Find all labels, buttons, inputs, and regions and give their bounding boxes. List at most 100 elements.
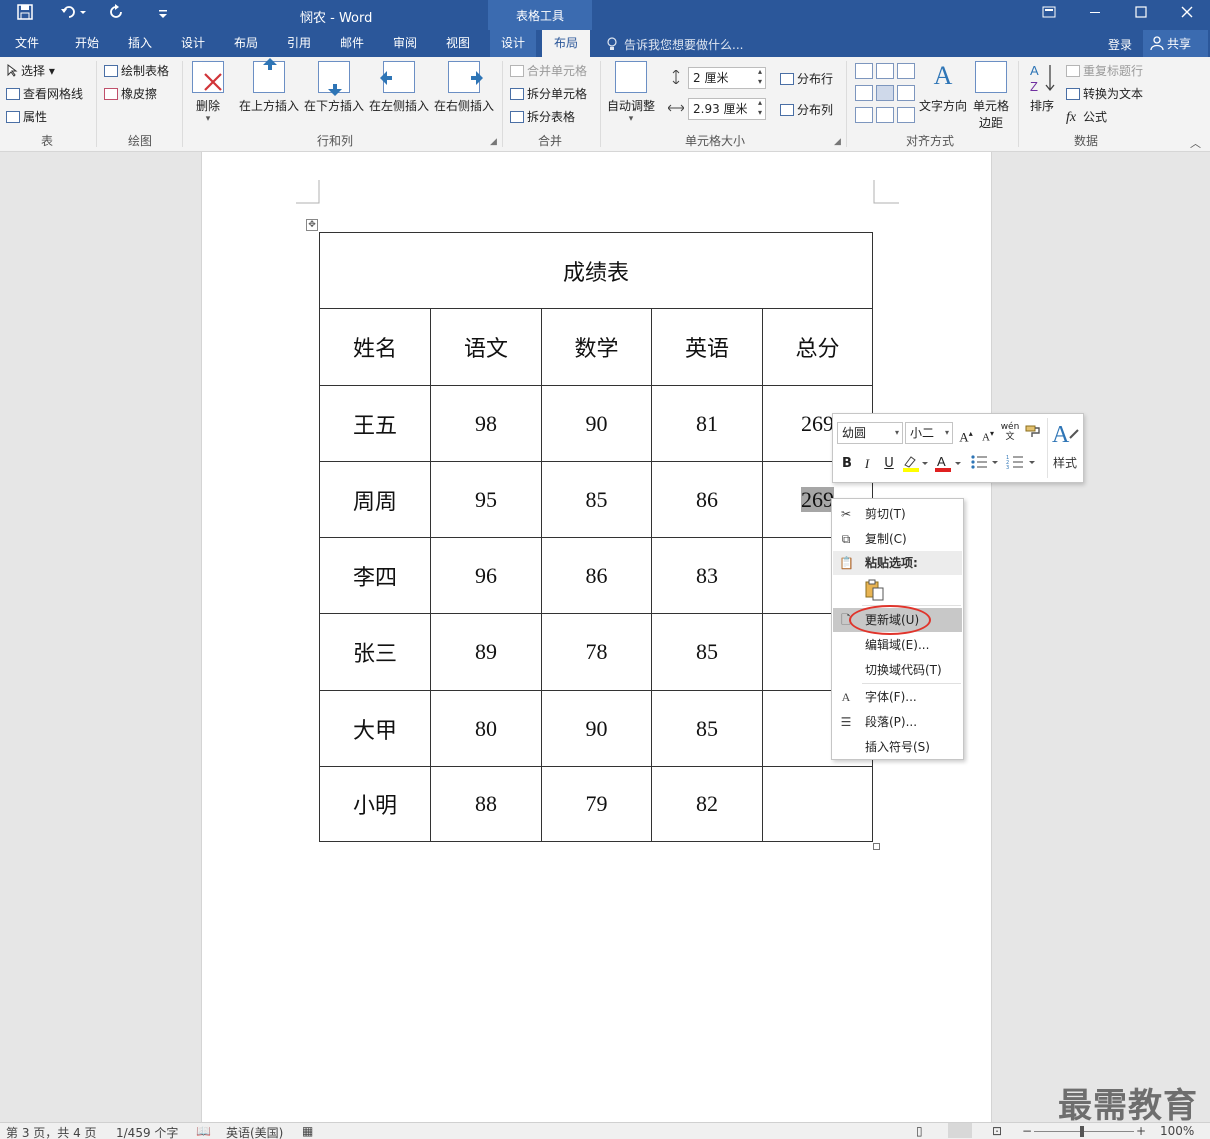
formula-button[interactable]: fx 公式 — [1066, 107, 1107, 127]
align-top-left-button[interactable] — [855, 63, 873, 79]
styles-icon[interactable]: A — [1049, 420, 1081, 448]
split-table-button[interactable]: 拆分表格 — [510, 107, 575, 127]
undo-icon[interactable] — [58, 4, 88, 26]
close-icon[interactable] — [1164, 0, 1210, 30]
header-cell[interactable]: 语文 — [430, 308, 542, 386]
phonetic-guide-icon[interactable]: wén 文 — [999, 422, 1021, 442]
tab-design[interactable]: 设计 — [170, 30, 216, 57]
bold-button[interactable]: B — [839, 454, 855, 474]
score-cell[interactable]: 83 — [651, 537, 763, 614]
tab-layout[interactable]: 布局 — [223, 30, 269, 57]
header-cell[interactable]: 英语 — [651, 308, 763, 386]
split-cells-button[interactable]: 拆分单元格 — [510, 84, 587, 104]
table-title[interactable]: 成绩表 — [319, 232, 873, 309]
tab-review[interactable]: 审阅 — [382, 30, 428, 57]
font-color-button[interactable]: A — [933, 454, 963, 474]
dialog-launcher-icon[interactable]: ◢ — [490, 137, 497, 147]
collapse-ribbon-icon[interactable]: ︿ — [1190, 135, 1201, 151]
score-cell[interactable]: 90 — [541, 690, 652, 767]
format-painter-icon[interactable] — [1023, 424, 1043, 444]
insert-below-button[interactable]: 在下方插入 — [303, 61, 365, 114]
numbering-button[interactable]: 123 — [1005, 454, 1039, 474]
eraser-button[interactable]: 橡皮擦 — [104, 84, 157, 104]
text-direction-button[interactable]: A 文字方向 — [918, 61, 968, 114]
minimize-icon[interactable] — [1072, 0, 1118, 30]
web-layout-icon[interactable]: ⊡ — [992, 1124, 1002, 1138]
align-middle-center-button[interactable] — [876, 85, 894, 101]
tab-mailings[interactable]: 邮件 — [329, 30, 375, 57]
score-cell[interactable]: 80 — [430, 690, 542, 767]
read-mode-icon[interactable]: ▯ — [916, 1124, 923, 1138]
insert-above-button[interactable]: 在上方插入 — [238, 58, 300, 114]
score-cell[interactable]: 95 — [430, 461, 542, 538]
name-cell[interactable]: 小明 — [319, 766, 431, 842]
properties-button[interactable]: 属性 — [6, 107, 47, 127]
align-bottom-left-button[interactable] — [855, 107, 873, 123]
signin-link[interactable]: 登录 — [1108, 36, 1132, 53]
ribbon-display-icon[interactable] — [1026, 0, 1072, 30]
total-cell[interactable] — [762, 766, 873, 842]
macro-icon[interactable]: ▦ — [302, 1124, 313, 1138]
tell-me-search[interactable]: 告诉我您想要做什么... — [624, 36, 743, 53]
word-count[interactable]: 1/459 个字 — [116, 1124, 178, 1139]
draw-table-button[interactable]: 绘制表格 — [104, 61, 169, 81]
dialog-launcher-icon[interactable]: ◢ — [834, 137, 841, 147]
score-cell[interactable]: 86 — [651, 461, 763, 538]
page-count[interactable]: 第 3 页，共 4 页 — [6, 1124, 97, 1139]
name-cell[interactable]: 周周 — [319, 461, 431, 538]
tab-file[interactable]: 文件 — [4, 30, 50, 57]
zoom-slider-thumb[interactable] — [1080, 1126, 1084, 1137]
score-cell[interactable]: 85 — [541, 461, 652, 538]
score-cell[interactable]: 81 — [651, 385, 763, 462]
score-cell[interactable]: 90 — [541, 385, 652, 462]
sort-button[interactable]: AZ 排序 — [1024, 61, 1060, 114]
paste-keep-text-icon[interactable] — [864, 579, 886, 601]
print-layout-icon[interactable] — [948, 1123, 972, 1138]
menu-item-cut[interactable]: ✂ 剪切(T) — [833, 502, 962, 526]
tab-view[interactable]: 视图 — [435, 30, 481, 57]
zoom-slider[interactable] — [1034, 1131, 1134, 1132]
header-cell[interactable]: 总分 — [762, 308, 873, 386]
selected-field[interactable]: 269 — [801, 486, 834, 512]
tab-insert[interactable]: 插入 — [117, 30, 163, 57]
score-cell[interactable]: 79 — [541, 766, 652, 842]
align-top-center-button[interactable] — [876, 63, 894, 79]
tab-home[interactable]: 开始 — [64, 30, 110, 57]
redo-icon[interactable] — [106, 4, 128, 26]
tab-table-layout[interactable]: 布局 — [542, 30, 590, 57]
save-icon[interactable] — [14, 4, 36, 26]
distribute-columns-button[interactable]: 分布列 — [780, 100, 833, 120]
name-cell[interactable]: 李四 — [319, 537, 431, 614]
name-cell[interactable]: 王五 — [319, 385, 431, 462]
align-middle-right-button[interactable] — [897, 85, 915, 101]
score-cell[interactable]: 85 — [651, 613, 763, 691]
header-cell[interactable]: 数学 — [541, 308, 652, 386]
font-select[interactable]: 幼圆 ▾ — [837, 422, 903, 444]
row-height-input[interactable]: 2 厘米 ▴ ▾ — [688, 67, 766, 89]
score-cell[interactable]: 86 — [541, 537, 652, 614]
score-table[interactable]: 成绩表 姓名 语文 数学 英语 总分 王五 98 90 81 269 周周 95… — [319, 232, 873, 842]
score-cell[interactable]: 88 — [430, 766, 542, 842]
menu-item-toggle-field-codes[interactable]: 切换域代码(T) — [833, 658, 962, 682]
header-cell[interactable]: 姓名 — [319, 308, 431, 386]
menu-item-paragraph[interactable]: ☰ 段落(P)... — [833, 710, 962, 734]
insert-right-button[interactable]: 在右侧插入 — [433, 61, 495, 114]
zoom-level[interactable]: 100% — [1160, 1124, 1194, 1138]
tab-references[interactable]: 引用 — [276, 30, 322, 57]
styles-label[interactable]: 样式 — [1049, 454, 1081, 471]
score-cell[interactable]: 89 — [430, 613, 542, 691]
name-cell[interactable]: 张三 — [319, 613, 431, 691]
tab-table-design[interactable]: 设计 — [490, 30, 536, 57]
align-bottom-right-button[interactable] — [897, 107, 915, 123]
score-cell[interactable]: 82 — [651, 766, 763, 842]
highlight-color-button[interactable] — [901, 454, 929, 474]
view-gridlines-button[interactable]: 查看网格线 — [6, 84, 83, 104]
zoom-out-icon[interactable]: − — [1022, 1124, 1032, 1138]
menu-item-edit-field[interactable]: 编辑域(E)... — [833, 633, 962, 657]
insert-left-button[interactable]: 在左侧插入 — [368, 61, 430, 114]
align-top-right-button[interactable] — [897, 63, 915, 79]
name-cell[interactable]: 大甲 — [319, 690, 431, 767]
menu-item-copy[interactable]: ⧉ 复制(C) — [833, 527, 962, 551]
distribute-rows-button[interactable]: 分布行 — [780, 69, 833, 89]
bullets-button[interactable] — [969, 454, 1001, 474]
